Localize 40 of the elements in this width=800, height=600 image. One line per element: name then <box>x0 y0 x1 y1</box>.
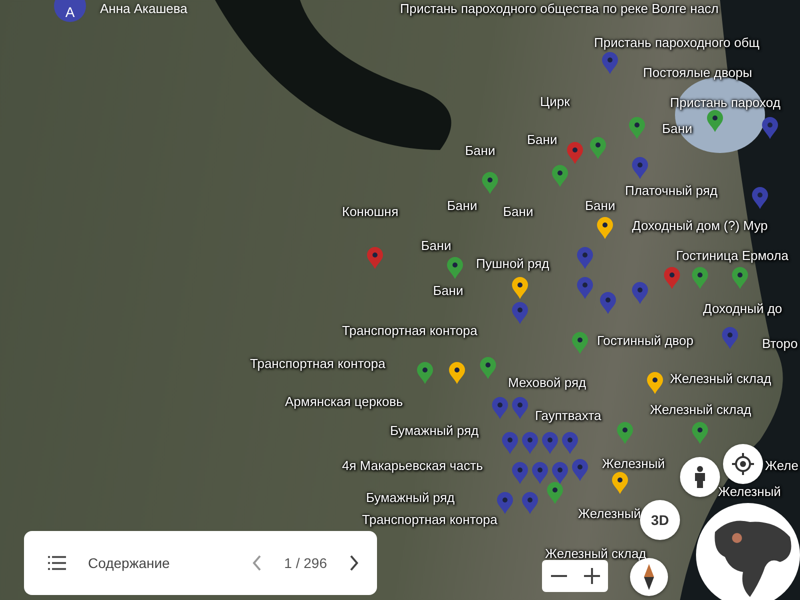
place-label: Платочный ряд <box>625 183 718 199</box>
user-avatar[interactable]: A <box>54 0 86 22</box>
place-label: Гауптвахта <box>535 408 602 424</box>
place-label: Доходный дом (?) Мур <box>632 218 768 234</box>
page-counter: 1 / 296 <box>284 555 327 571</box>
place-label: Армянская церковь <box>285 394 403 410</box>
place-label: Бумажный ряд <box>366 490 455 506</box>
place-label: Гостинный двор <box>597 333 694 349</box>
place-label: Железный <box>718 484 781 500</box>
place-label: Доходный до <box>703 301 782 317</box>
place-label: Бани <box>465 143 496 159</box>
place-label: Бани <box>527 132 558 148</box>
place-label: Транспортная контора <box>342 323 478 339</box>
place-label: Конюшня <box>342 204 398 220</box>
place-label: Постоялые дворы <box>643 65 752 81</box>
place-label: Бани <box>585 198 616 214</box>
place-label: Гостиница Ермола <box>676 248 788 264</box>
place-label: Транспортная контора <box>362 512 498 528</box>
place-label: Цирк <box>540 94 570 110</box>
place-label: Пристань пароходного общества по реке Волге насл <box>400 1 719 17</box>
place-label: Железный <box>602 456 665 472</box>
place-label: Бани <box>503 204 534 220</box>
place-label: Железный склад <box>650 402 752 418</box>
place-label: Бани <box>433 283 464 299</box>
place-label: 4я Макарьевская часть <box>342 458 483 474</box>
user-name: Анна Акашева <box>100 1 188 16</box>
place-label: Желе <box>765 458 798 474</box>
3d-button[interactable]: 3D <box>640 500 680 540</box>
place-label: Транспортная контора <box>250 356 386 372</box>
place-label: Железный <box>578 506 641 522</box>
contents-title: Содержание <box>88 555 171 571</box>
place-label: Бани <box>447 198 478 214</box>
place-label: Пушной ряд <box>476 256 550 272</box>
place-label: Меховой ряд <box>508 375 586 391</box>
place-label: Железный склад <box>670 371 772 387</box>
place-label: Железный склад <box>545 546 646 562</box>
place-label: Второ <box>762 336 798 352</box>
place-label: Бумажный ряд <box>390 423 479 439</box>
place-label: Пристань пароходного общ <box>594 35 760 51</box>
place-label: Бани <box>421 238 452 254</box>
